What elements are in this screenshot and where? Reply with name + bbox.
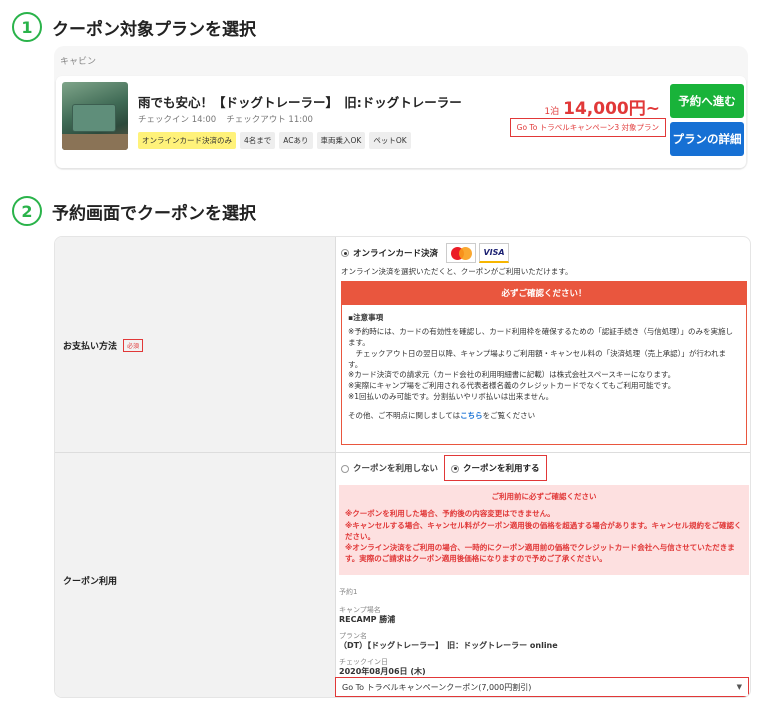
step2-number: 2	[12, 196, 42, 226]
ground-shape	[62, 134, 128, 150]
coupon-notice: ご利用前に必ずご確認ください ※クーポンを利用した場合、予約後の内容変更はできま…	[339, 485, 749, 575]
contact-pre: その他、ご不明点に関しましては	[348, 411, 461, 420]
coupon-notice-line: ※クーポンを利用した場合、予約後の内容変更はできません。	[345, 509, 555, 519]
plan-card: 雨でも安心！【ドッグトレーラー】 旧:ドッグトレーラー チェックイン 14:00…	[56, 76, 746, 168]
contact-link[interactable]: こちら	[460, 411, 483, 420]
trailer-shape	[72, 104, 116, 132]
reserve-button[interactable]: 予約へ進む	[670, 84, 744, 118]
coupon-no-radio[interactable]	[341, 464, 349, 473]
warning-body: ▪注意事項 ※予約時には、カードの有効性を確認し、カード利用枠を確保するための「…	[341, 305, 747, 445]
tag-online-card: オンラインカード決済のみ	[138, 132, 236, 149]
warning-line: ※1回払いのみ可能です。分割払いやリボ払いは出来ません。	[348, 392, 554, 402]
visa-icon: VISA	[479, 243, 510, 263]
step2-header: 2 予約画面でクーポンを選択	[12, 196, 256, 226]
tag-vehicle: 車両乗入OK	[316, 132, 366, 149]
plan-panel: キャビン 雨でも安心！【ドッグトレーラー】 旧:ドッグトレーラー チェックイン …	[54, 46, 748, 170]
warning-title: ▪注意事項	[348, 313, 384, 322]
price-unit: 1泊	[544, 107, 560, 117]
step1-header: 1 クーポン対象プランを選択	[12, 12, 256, 42]
reservation-form: お支払い方法 必須 クーポン利用 オンラインカード決済 VISA オンライン決済…	[54, 236, 751, 698]
coupon-options: クーポンを利用しない クーポンを利用する	[339, 455, 547, 481]
contact-post: をご覧ください	[482, 411, 536, 420]
payment-radio[interactable]	[341, 249, 349, 257]
plan-category: キャビン	[60, 57, 97, 67]
plan-thumbnail-image[interactable]	[62, 82, 128, 150]
tag-capacity: 4名まで	[240, 132, 276, 149]
payment-option-label: オンラインカード決済	[353, 249, 439, 259]
warning-line: チェックアウト日の翌日以降、キャンプ場よりご利用額・キャンセル料の「決済処理（売…	[348, 348, 726, 369]
payment-option[interactable]: オンラインカード決済 VISA	[341, 243, 510, 263]
payment-label: お支払い方法 必須	[63, 339, 144, 352]
price-value: 14,000円~	[563, 99, 660, 119]
tag-pet: ペットOK	[369, 132, 411, 149]
plan-tags: オンラインカード決済のみ 4名まで ACあり 車両乗入OK ペットOK	[138, 132, 411, 149]
warning-header: 必ずご確認ください！	[341, 281, 747, 305]
campaign-label: Go To トラベルキャンペーン3 対象プラン	[509, 118, 666, 137]
plan-price: 1泊 14,000円~	[544, 94, 660, 119]
column-divider	[335, 237, 336, 697]
coupon-no-label: クーポンを利用しない	[353, 464, 439, 474]
plan-name[interactable]: 雨でも安心！【ドッグトレーラー】 旧:ドッグトレーラー	[138, 92, 462, 111]
coupon-option-no[interactable]: クーポンを利用しない	[339, 456, 440, 480]
coupon-notice-title: ご利用前に必ずご確認ください	[491, 492, 597, 501]
coupon-notice-line: ※オンライン決済をご利用の場合、一時的にクーポン適用前の価格でクレジットカード会…	[345, 543, 735, 564]
campsite-value: RECAMP 勝浦	[339, 615, 396, 624]
checkin-date-value: 2020年08月06日 (木)	[339, 667, 426, 676]
plan-value: （DT）【ドッグトレーラー】 旧：ドッグトレーラー online	[339, 641, 558, 650]
checkin-time: チェックイン 14:00	[138, 115, 217, 125]
reservation-heading: 予約1	[339, 588, 358, 596]
step2-title: 予約画面でクーポンを選択	[52, 203, 256, 224]
warning-line: ※カード決済での請求元（カード会社の利用明細書に記載）は株式会社スペースキーにな…	[348, 370, 676, 380]
coupon-notice-line: ※キャンセルする場合、キャンセル料がクーポン適用後の価格を超過する場合があります…	[345, 520, 742, 541]
tag-ac: ACあり	[279, 132, 313, 149]
coupon-yes-label: クーポンを利用する	[463, 464, 540, 474]
warning-line: ※実際にキャンプ場をご利用される代表者様名義のクレジットカードでなくてもご利用可…	[348, 381, 676, 391]
required-badge: 必須	[123, 339, 144, 352]
plan-detail-button[interactable]: プランの詳細	[670, 122, 744, 156]
coupon-select-value: Go To トラベルキャンペーンクーポン(7,000円割引)	[342, 682, 532, 692]
coupon-label-cell: クーポン利用	[55, 453, 335, 697]
chevron-down-icon: ▼	[736, 683, 742, 691]
contact-text: その他、ご不明点に関しましてはこちらをご覧ください	[348, 411, 740, 422]
checkout-time: チェックアウト 11:00	[226, 115, 313, 125]
plan-times: チェックイン 14:00 チェックアウト 11:00	[138, 113, 313, 125]
step1-title: クーポン対象プランを選択	[52, 19, 256, 40]
coupon-yes-radio[interactable]	[451, 464, 460, 473]
coupon-label: クーポン利用	[63, 577, 118, 587]
step1-number: 1	[12, 12, 42, 42]
payment-label-text: お支払い方法	[63, 342, 118, 352]
coupon-select[interactable]: Go To トラベルキャンペーンクーポン(7,000円割引) ▼	[335, 677, 749, 697]
payment-label-cell: お支払い方法 必須	[55, 237, 335, 452]
coupon-option-yes[interactable]: クーポンを利用する	[444, 455, 547, 481]
payment-note: オンライン決済を選択いただくと、クーポンがご利用いただけます。	[341, 267, 573, 276]
mastercard-icon	[446, 243, 477, 263]
warning-line: ※予約時には、カードの有効性を確認し、カード利用枠を確保するための「認証手続き（…	[348, 326, 734, 347]
